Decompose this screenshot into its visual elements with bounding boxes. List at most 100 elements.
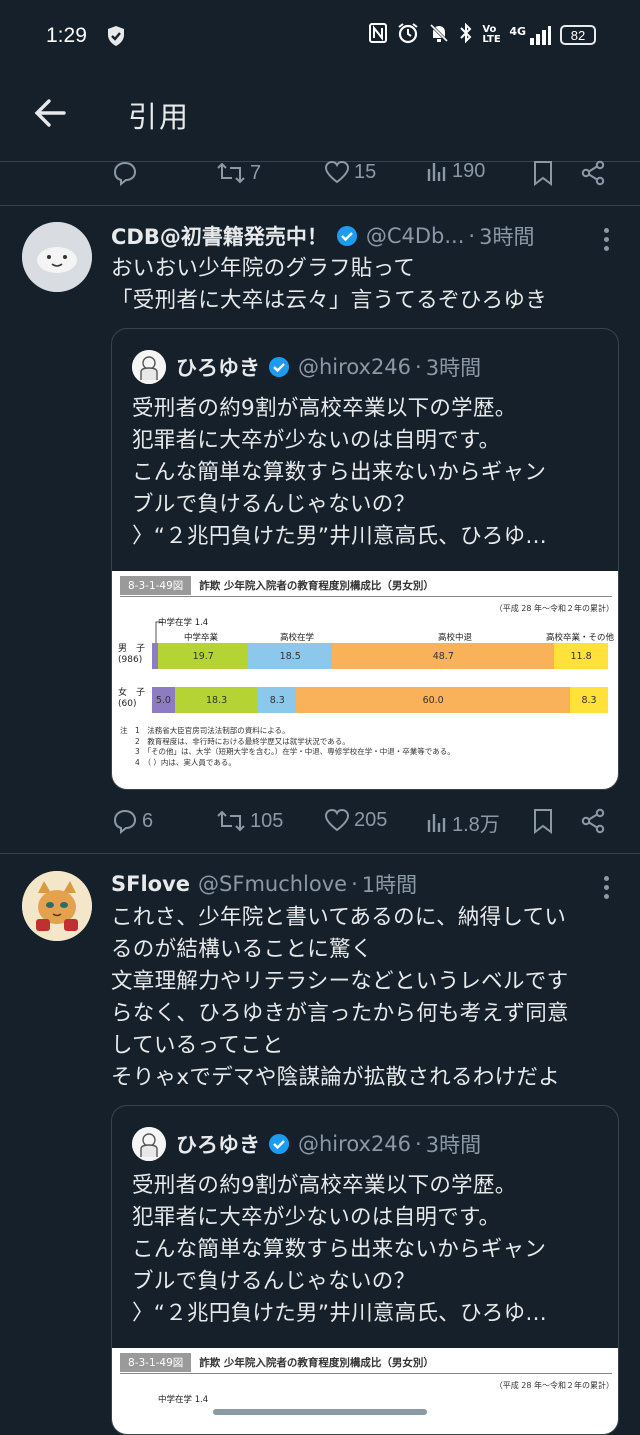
retweet-button[interactable]: 7 (216, 160, 261, 186)
quoted-text: 受刑者の約9割が高校卒業以下の学歴。 犯罪者に大卒が少ないのは自明です。 こんな… (132, 1173, 547, 1326)
reply-count: 6 (142, 809, 154, 832)
heart-icon (324, 808, 350, 832)
row-label-female: 女 子 (60) (118, 688, 146, 709)
share-icon (581, 808, 605, 834)
signal-icon: 4G (509, 25, 551, 45)
bar-segment: 18.5 (248, 643, 333, 669)
figure-notes: 注 1 法務省大臣官房司法法制部の資料による。 2 教育程度は、非行時における最… (120, 726, 455, 767)
quoted-avatar[interactable] (132, 1127, 166, 1161)
bookmark-button[interactable] (532, 808, 554, 834)
timestamp[interactable]: 1時間 (362, 869, 417, 899)
views-icon (427, 162, 446, 181)
status-bar: 1:29 Vo LTE 4G 82 (0, 0, 640, 72)
top-app-bar: 引用 (0, 72, 640, 162)
quoted-display-name: ひろゆき (176, 1133, 260, 1157)
quoted-image-chart[interactable]: 8-3-1-49図 詐欺 少年院入院者の教育程度別構成比（男女別） （平成 28… (112, 571, 618, 789)
mute-bell-icon (428, 22, 450, 48)
row-label-male: 男 子 (986) (118, 644, 146, 665)
divider (0, 205, 640, 206)
figure-number: 8-3-1-49図 (120, 1353, 192, 1372)
bar-segment: 48.7 (332, 643, 555, 669)
category-label: 高校中退 (438, 633, 473, 643)
pointer-line (155, 621, 163, 645)
quoted-text: 受刑者の約9割が高校卒業以下の学歴。 犯罪者に大卒が少ないのは自明です。 こんな… (132, 396, 547, 549)
user-handle[interactable]: @C4Db... (366, 224, 465, 248)
verified-badge-icon (336, 225, 358, 247)
action-bar: 6 105 205 1.8万 (0, 800, 640, 844)
verified-badge-icon (268, 1133, 290, 1155)
share-button[interactable] (580, 160, 606, 186)
share-icon (581, 160, 605, 186)
figure-title: 詐欺 少年院入院者の教育程度別構成比（男女別） (199, 580, 434, 592)
page-title: 引用 (128, 100, 191, 134)
bar-male: 19.7 18.5 48.7 11.8 (152, 643, 608, 669)
views-count: 190 (452, 160, 486, 182)
nfc-icon (368, 22, 388, 48)
quoted-tweet[interactable]: ひろゆき @hirox246 · 3時間 受刑者の約9割が高校卒業以下の学歴。 … (111, 328, 619, 790)
more-options-icon[interactable] (604, 228, 610, 255)
quoted-avatar[interactable] (132, 350, 166, 384)
bluetooth-icon (459, 22, 473, 48)
volte-icon: Vo LTE (482, 24, 501, 45)
category-label: 中学在学 1.4 (158, 618, 209, 628)
display-name[interactable]: SFlove (111, 872, 190, 896)
quoted-tweet[interactable]: ひろゆき @hirox246 · 3時間 受刑者の約9割が高校卒業以下の学歴。 … (111, 1105, 619, 1435)
bar-segment: 60.0 (296, 687, 571, 713)
avatar[interactable] (22, 871, 92, 941)
figure-header: 8-3-1-49図 詐欺 少年院入院者の教育程度別構成比（男女別） (120, 575, 612, 597)
more-options-icon[interactable] (604, 876, 610, 903)
figure-number: 8-3-1-49図 (120, 576, 192, 595)
like-count: 15 (354, 160, 377, 183)
home-indicator[interactable] (213, 1409, 427, 1415)
tweet-text: これさ、少年院と書いてあるのに、納得してい るのが結構いることに驚く 文章理解力… (111, 905, 569, 1090)
display-name[interactable]: CDB@初書籍発売中！ (111, 221, 328, 251)
like-button[interactable]: 205 (324, 808, 387, 832)
views-button[interactable]: 190 (426, 160, 485, 183)
bookmark-icon (534, 161, 552, 186)
quoted-timestamp: 3時間 (425, 1133, 482, 1157)
figure-range: （平成 28 年～令和２年の累計） (494, 1381, 614, 1390)
divider (0, 853, 640, 854)
battery-icon: 82 (560, 25, 596, 45)
back-arrow-icon[interactable] (34, 98, 66, 132)
quoted-handle: @hirox246 (298, 355, 412, 379)
category-label: 中学卒業 (184, 633, 219, 643)
retweet-count: 105 (250, 809, 284, 832)
figure-range: （平成 28 年～令和２年の累計） (494, 604, 614, 613)
bar-segment: 8.3 (570, 687, 608, 713)
tweet-text: おいおい少年院のグラフ貼って 「受刑者に大卒は云々」言うてるぞひろゆき (111, 256, 548, 313)
reply-button[interactable] (112, 160, 138, 186)
bookmark-icon (534, 809, 552, 834)
quoted-timestamp: 3時間 (425, 356, 482, 380)
retweet-button[interactable]: 105 (216, 808, 283, 834)
figure-header: 8-3-1-49図 詐欺 少年院入院者の教育程度別構成比（男女別） (120, 1352, 612, 1374)
bar-segment: 11.8 (554, 643, 608, 669)
like-count: 205 (354, 808, 388, 831)
bar-segment: 5.0 (152, 687, 175, 713)
category-label: 高校在学 (280, 633, 315, 643)
category-label: 高校卒業・その他 (546, 633, 615, 643)
like-button[interactable]: 15 (324, 160, 376, 184)
action-bar-previous: 7 15 190 (0, 152, 640, 196)
heart-icon (324, 160, 350, 184)
share-button[interactable] (580, 808, 606, 834)
user-handle[interactable]: @SFmuchlove (198, 872, 347, 896)
avatar[interactable] (22, 222, 92, 292)
quoted-display-name: ひろゆき (176, 356, 260, 380)
bar-segment: 18.3 (174, 687, 259, 713)
views-button[interactable]: 1.8万 (426, 808, 500, 837)
views-icon (427, 813, 446, 832)
bar-segment: 8.3 (258, 687, 297, 713)
reply-icon (113, 809, 137, 834)
bar-segment: 19.7 (158, 643, 249, 669)
bar-female: 5.0 18.3 8.3 60.0 8.3 (152, 687, 608, 713)
quoted-image-chart[interactable]: 8-3-1-49図 詐欺 少年院入院者の教育程度別構成比（男女別） （平成 28… (112, 1348, 618, 1434)
views-count: 1.8万 (452, 814, 500, 836)
bookmark-button[interactable] (532, 160, 554, 186)
shield-icon (106, 25, 126, 51)
reply-button[interactable]: 6 (112, 808, 153, 834)
retweet-count: 7 (250, 161, 262, 184)
quoted-handle: @hirox246 (298, 1132, 412, 1156)
timestamp[interactable]: 3時間 (479, 221, 534, 251)
alarm-icon (397, 22, 419, 48)
